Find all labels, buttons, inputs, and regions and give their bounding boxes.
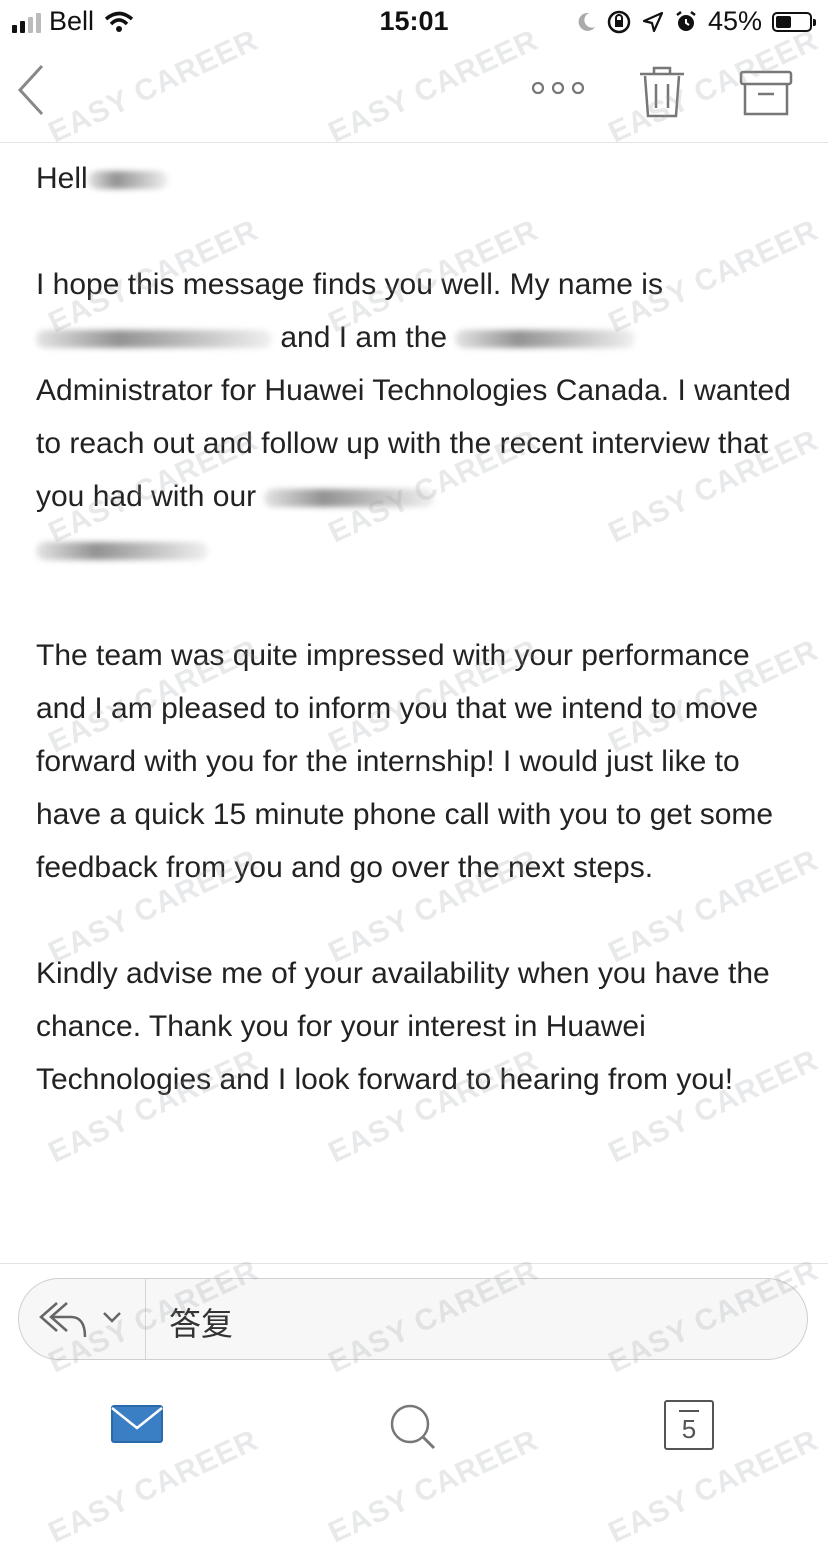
email-paragraph-2: The team was quite impressed with your p…: [36, 639, 774, 884]
more-dots-icon[interactable]: [530, 76, 586, 100]
status-bar: Bell 15:01 45%: [0, 0, 828, 46]
alarm-icon: [676, 10, 696, 31]
search-icon[interactable]: [388, 1402, 438, 1452]
redacted-name: [87, 171, 168, 190]
back-chevron-icon[interactable]: [12, 60, 52, 120]
redacted-job-title: [455, 330, 636, 349]
reply-label[interactable]: 答复: [169, 1299, 233, 1345]
battery-icon: [772, 11, 816, 32]
trash-icon[interactable]: [636, 64, 688, 120]
redacted-sender-name: [36, 330, 272, 349]
moon-icon: [578, 12, 595, 31]
mail-icon[interactable]: [110, 1404, 164, 1444]
reply-divider-line: [0, 1263, 828, 1264]
reply-arrows-icon[interactable]: [37, 1297, 89, 1341]
email-paragraph-1: I hope this message finds you well. My n…: [36, 258, 806, 576]
archive-icon[interactable]: [738, 68, 794, 118]
status-right: 45%: [576, 6, 816, 37]
redacted-team-name-2: [36, 542, 208, 561]
email-nav-bar: [0, 46, 828, 143]
email-body: Hell I hope this message finds you well.…: [36, 148, 806, 1106]
email-paragraph-1-part-a: I hope this message finds you well. My n…: [36, 268, 663, 301]
orientation-lock-icon: [607, 10, 631, 33]
redacted-team-name: [264, 489, 435, 508]
reply-bar-divider: [145, 1279, 146, 1359]
email-paragraph-3: Kindly advise me of your availability wh…: [36, 957, 770, 1096]
calendar-icon-bar: [679, 1410, 699, 1412]
calendar-icon[interactable]: 5: [664, 1400, 714, 1450]
reply-bar[interactable]: 答复: [18, 1278, 808, 1360]
bottom-tab-bar: 5: [0, 1380, 828, 1480]
email-paragraph-1-part-b: and I am the: [280, 321, 448, 354]
battery-percent: 45%: [707, 6, 762, 36]
email-greeting: Hell: [36, 152, 806, 205]
chevron-down-icon[interactable]: [101, 1309, 123, 1325]
calendar-day: 5: [681, 1414, 697, 1444]
location-icon: [642, 11, 664, 32]
